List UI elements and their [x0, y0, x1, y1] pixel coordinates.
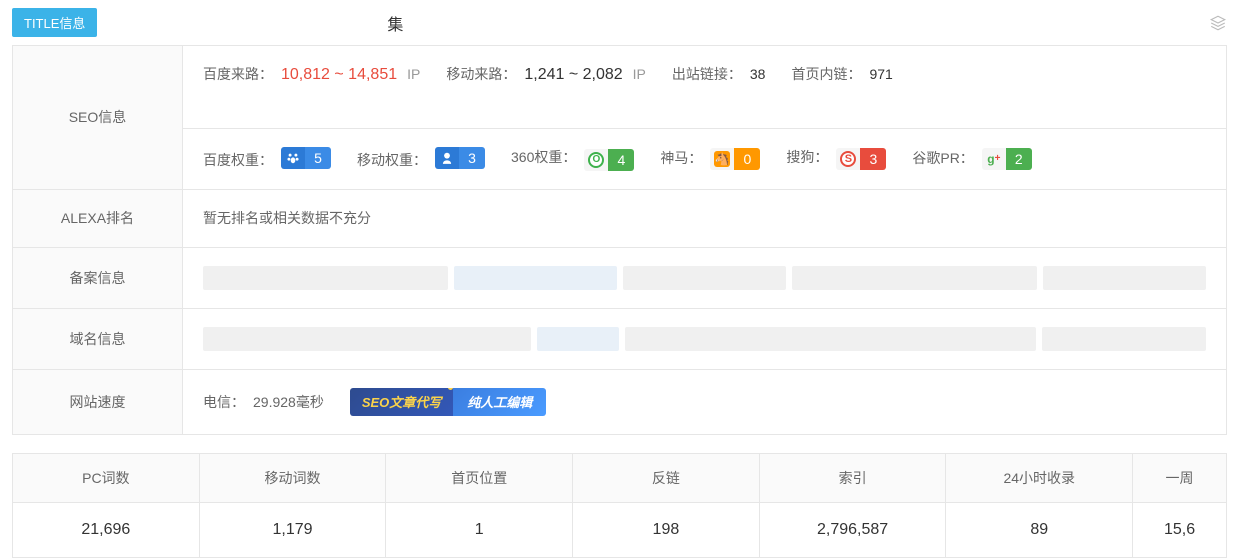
google-icon: g+ — [982, 148, 1006, 170]
baidu-mobile-icon — [435, 147, 459, 169]
sogou-weight: 搜狗： S 3 — [786, 147, 886, 170]
isp-speed: 电信： 29.928毫秒 — [203, 392, 324, 412]
shenma-weight-badge[interactable]: 🐴 0 — [710, 148, 760, 170]
alexa-value: 暂无排名或相关数据不充分 — [203, 208, 371, 228]
alexa-row: ALEXA排名 暂无排名或相关数据不充分 — [13, 190, 1226, 248]
stack-icon — [1209, 14, 1227, 32]
baidu-paw-icon — [281, 147, 305, 169]
redacted-content — [203, 266, 1206, 290]
google-pr-badge[interactable]: g+ 2 — [982, 148, 1032, 170]
seo-weight-row: 百度权重： 5 移动权重： 3 — [183, 128, 1226, 189]
baidu-weight: 百度权重： 5 — [203, 147, 331, 170]
seo-content: 百度来路： 10,812 ~ 14,851 IP 移动来路： 1,241 ~ 2… — [183, 46, 1226, 189]
stats-col-24h[interactable]: 24小时收录 89 — [946, 454, 1133, 557]
stats-table: PC词数 21,696 移动词数 1,179 首页位置 1 反链 198 索引 … — [12, 453, 1227, 558]
page-title-suffix: 集 — [387, 11, 403, 35]
stats-col-week[interactable]: 一周 15,6 — [1133, 454, 1227, 557]
baidu-weight-badge[interactable]: 5 — [281, 147, 331, 169]
stats-col-home-pos[interactable]: 首页位置 1 — [386, 454, 573, 557]
stats-col-mobile[interactable]: 移动词数 1,179 — [200, 454, 387, 557]
baidu-traffic: 百度来路： 10,812 ~ 14,851 IP — [203, 64, 420, 84]
shenma-icon: 🐴 — [710, 148, 734, 170]
stats-col-index[interactable]: 索引 2,796,587 — [760, 454, 947, 557]
domain-content — [183, 309, 1226, 369]
internal-links: 首页内链： 971 — [791, 64, 892, 84]
seo-row: SEO信息 百度来路： 10,812 ~ 14,851 IP 移动来路： 1,2… — [13, 46, 1226, 190]
outbound-links: 出站链接： 38 — [672, 64, 766, 84]
360-weight: 360权重： O 4 — [511, 147, 634, 171]
360-weight-badge[interactable]: O 4 — [584, 149, 634, 171]
domain-label: 域名信息 — [13, 309, 183, 369]
speed-label: 网站速度 — [13, 370, 183, 434]
shenma-weight: 神马： 🐴 0 — [660, 148, 760, 170]
mobile-weight-badge[interactable]: 3 — [435, 147, 485, 169]
beian-content — [183, 248, 1226, 308]
title-badge: TITLE信息 — [12, 8, 97, 37]
beian-label: 备案信息 — [13, 248, 183, 308]
mobile-traffic: 移动来路： 1,241 ~ 2,082 IP — [446, 64, 646, 84]
seo-info-table: SEO信息 百度来路： 10,812 ~ 14,851 IP 移动来路： 1,2… — [12, 45, 1227, 435]
domain-row: 域名信息 — [13, 309, 1226, 370]
redacted-content — [203, 327, 1206, 351]
mobile-weight: 移动权重： 3 — [357, 147, 485, 170]
google-pr: 谷歌PR： g+ 2 — [912, 148, 1031, 170]
sogou-icon: S — [836, 148, 860, 170]
seo-promo-badge[interactable]: SEO文章代写 纯人工编辑 — [350, 388, 546, 416]
seo-traffic-row: 百度来路： 10,812 ~ 14,851 IP 移动来路： 1,241 ~ 2… — [183, 46, 1226, 102]
360-icon: O — [584, 149, 608, 171]
speed-row: 网站速度 电信： 29.928毫秒 SEO文章代写 纯人工编辑 — [13, 370, 1226, 434]
speed-content: 电信： 29.928毫秒 SEO文章代写 纯人工编辑 — [183, 370, 1226, 434]
header-right-action[interactable] — [1209, 14, 1227, 32]
stats-col-backlinks[interactable]: 反链 198 — [573, 454, 760, 557]
alexa-label: ALEXA排名 — [13, 190, 183, 247]
beian-row: 备案信息 — [13, 248, 1226, 309]
title-header: TITLE信息 集 — [0, 0, 1239, 45]
promo-dot-icon — [448, 388, 453, 390]
stats-col-pc[interactable]: PC词数 21,696 — [12, 454, 200, 557]
seo-label: SEO信息 — [13, 46, 183, 189]
sogou-weight-badge[interactable]: S 3 — [836, 148, 886, 170]
alexa-content: 暂无排名或相关数据不充分 — [183, 190, 1226, 247]
